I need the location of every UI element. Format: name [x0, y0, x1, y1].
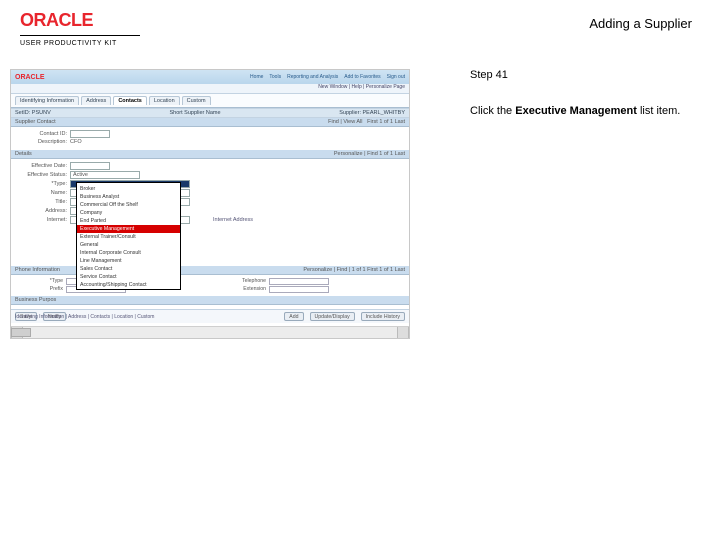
type-label: *Type:: [15, 181, 67, 187]
eff-status-select[interactable]: Active: [70, 171, 140, 179]
page-title: Adding a Supplier: [589, 16, 692, 31]
description-value: CFO: [70, 139, 82, 145]
tab-custom[interactable]: Custom: [182, 96, 211, 105]
tab-contacts[interactable]: Contacts: [113, 96, 147, 105]
description-label: Description:: [15, 139, 67, 145]
opt-executive-management[interactable]: Executive Management: [77, 225, 180, 233]
panel-find-link[interactable]: Find | View All: [328, 119, 362, 125]
include-history-button[interactable]: Include History: [361, 312, 405, 321]
add-button[interactable]: Add: [284, 312, 303, 321]
oracle-logo-mini: ORACLE: [15, 74, 45, 81]
panel-pager: First 1 of 1 Last: [367, 119, 405, 125]
opt-sales-contact[interactable]: Sales Contact: [77, 265, 180, 273]
subheader-links[interactable]: New Window | Help | Personalize Page: [11, 84, 409, 94]
supplier-label: Supplier: PEARL_WHITBY: [339, 110, 405, 116]
internet-label: Internet:: [15, 217, 67, 223]
opt-cots[interactable]: Commercial Off the Shelf: [77, 201, 180, 209]
nav-favorites[interactable]: Add to Favorites: [344, 74, 380, 80]
tab-address[interactable]: Address: [81, 96, 111, 105]
horizontal-scrollbar[interactable]: [11, 326, 409, 338]
instruction-post: list item.: [637, 105, 680, 117]
opt-internal-consult[interactable]: Internal Corporate Consult: [77, 249, 180, 257]
short-supplier-label: Short Supplier Name: [169, 110, 220, 116]
nav-home[interactable]: Home: [250, 74, 263, 80]
extension-label: Extension: [220, 286, 266, 293]
opt-business-analyst[interactable]: Business Analyst: [77, 193, 180, 201]
bottom-tab-links[interactable]: Identifying Information | Address | Cont…: [15, 314, 154, 320]
instruction-pre: Click the: [470, 105, 515, 117]
nav-reporting[interactable]: Reporting and Analysis: [287, 74, 338, 80]
tab-location[interactable]: Location: [149, 96, 180, 105]
instruction-bold: Executive Management: [515, 105, 637, 117]
eff-date-label: Effective Date:: [15, 163, 67, 169]
type2-label: *Type: [17, 278, 63, 285]
scroll-thumb[interactable]: [11, 328, 31, 337]
eff-date-input[interactable]: [70, 162, 110, 170]
tab-identifying[interactable]: Identifying Information: [15, 96, 79, 105]
panel-title-supplier-contact: Supplier Contact: [15, 119, 56, 125]
details-bar: Details: [15, 151, 32, 157]
update-display-button[interactable]: Update/Display: [310, 312, 355, 321]
title-label: Title:: [15, 199, 67, 205]
opt-service-contact[interactable]: Service Contact: [77, 273, 180, 281]
app-screenshot: ORACLE Home Tools Reporting and Analysis…: [10, 69, 410, 339]
opt-general[interactable]: General: [77, 241, 180, 249]
brand-sub-text: USER PRODUCTIVITY KIT: [20, 40, 140, 47]
prefix-label: Prefix: [17, 286, 63, 293]
instruction-text: Click the Executive Management list item…: [470, 105, 700, 117]
opt-line-management[interactable]: Line Management: [77, 257, 180, 265]
address-label: Address:: [15, 208, 67, 214]
brand-text: ORACLE: [20, 10, 140, 31]
business-purpose-header: Business Purpos: [15, 297, 56, 303]
oracle-upk-logo: ORACLE USER PRODUCTIVITY KIT: [20, 10, 140, 47]
opt-broker[interactable]: Broker: [77, 185, 180, 193]
internet-address-text: Internet Address: [213, 217, 253, 223]
name-label: Name:: [15, 190, 67, 196]
eff-status-label: Effective Status:: [15, 172, 67, 178]
telephone-label: Telephone: [220, 278, 266, 285]
nav-tools[interactable]: Tools: [269, 74, 281, 80]
opt-shipping-contact[interactable]: Accounting/Shipping Contact: [77, 281, 180, 289]
type-dropdown-list[interactable]: Broker Business Analyst Commercial Off t…: [76, 182, 181, 290]
telephone-input[interactable]: [269, 278, 329, 285]
contact-id-input[interactable]: [70, 130, 110, 138]
opt-external-trainer[interactable]: External Trainer/Consult: [77, 233, 180, 241]
scroll-right-arrow-icon[interactable]: [397, 327, 409, 338]
opt-company[interactable]: Company: [77, 209, 180, 217]
opt-end-parted[interactable]: End Parted: [77, 217, 180, 225]
phone-section-pager: Personalize | Find | 1 of 1 First 1 of 1…: [303, 267, 405, 273]
details-pager: Personalize | Find 1 of 1 Last: [334, 151, 405, 157]
phone-section-header: Phone Information: [15, 267, 60, 273]
setid-label: SetID: PSUNV: [15, 110, 51, 116]
step-number: Step 41: [470, 69, 700, 81]
contact-id-label: Contact ID:: [15, 131, 67, 137]
nav-signout[interactable]: Sign out: [387, 74, 405, 80]
extension-input[interactable]: [269, 286, 329, 293]
